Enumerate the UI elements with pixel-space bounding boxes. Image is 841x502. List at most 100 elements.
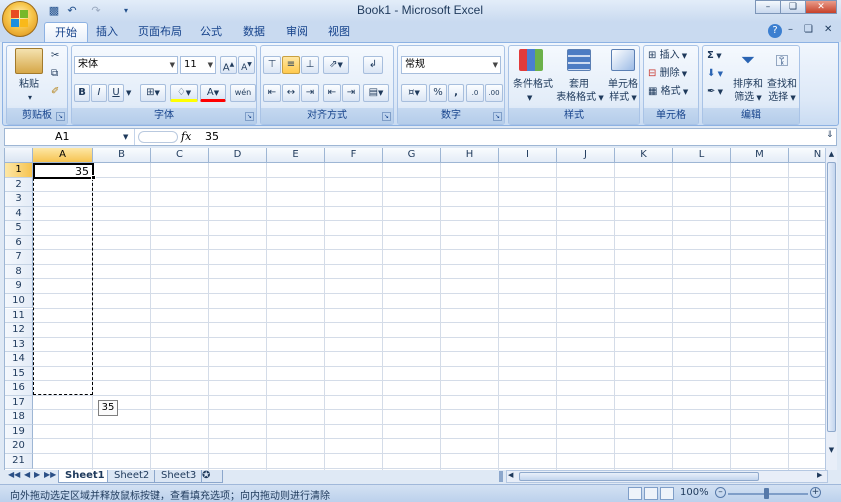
workbook-close-icon[interactable]: ✕ [824, 24, 832, 35]
sheet-tab-sheet2[interactable]: Sheet2 [107, 470, 157, 483]
ribbon-minimize-icon[interactable]: – [788, 24, 793, 35]
find-select-icon[interactable]: ⚿ [771, 50, 793, 72]
column-header[interactable]: K [615, 148, 673, 163]
row-header[interactable]: 10 [5, 293, 33, 309]
close-button[interactable]: ✕ [805, 0, 837, 14]
font-name-combo[interactable]: 宋体 ▼ [74, 56, 178, 74]
row-header[interactable]: 13 [5, 337, 33, 353]
underline-dropdown-icon[interactable]: ▼ [126, 87, 131, 99]
column-header[interactable]: N [789, 148, 825, 163]
clear-button[interactable]: ✒ ▼ [707, 86, 723, 98]
column-header[interactable]: I [499, 148, 557, 163]
borders-button[interactable]: ⊞▼ [140, 84, 166, 102]
sheet-nav-last-icon[interactable]: ▶▶ [44, 470, 56, 479]
restore-button[interactable]: ❏ [780, 0, 806, 14]
format-as-table-label-2[interactable]: 表格格式 ▼ [555, 92, 605, 104]
scroll-right-icon[interactable]: ▶ [817, 471, 822, 479]
formula-input[interactable]: 35 [205, 129, 219, 145]
increase-indent-button[interactable]: ⇥ [342, 84, 360, 102]
comma-button[interactable]: , [448, 84, 464, 102]
number-dialog-launcher[interactable]: ↘ [493, 112, 502, 121]
scroll-left-icon[interactable]: ◀ [508, 471, 513, 479]
redo-icon[interactable]: ↷ [88, 3, 104, 19]
office-button[interactable] [2, 1, 38, 37]
align-top-button[interactable]: ⊤ [263, 56, 281, 74]
row-header[interactable]: 3 [5, 192, 33, 207]
row-header[interactable]: 9 [5, 279, 33, 294]
merge-center-button[interactable]: ▤▼ [363, 84, 389, 102]
align-middle-button[interactable]: ≡ [282, 56, 300, 74]
row-header[interactable]: 14 [5, 352, 33, 367]
number-format-combo[interactable]: 常规 ▼ [401, 56, 501, 74]
row-header[interactable]: 8 [5, 264, 33, 280]
row-header[interactable]: 7 [5, 250, 33, 265]
column-header[interactable]: C [151, 148, 209, 163]
tab-home[interactable]: 开始 [44, 22, 88, 42]
italic-button[interactable]: I [91, 84, 107, 102]
active-cell-a1[interactable]: 35 [33, 163, 94, 179]
column-header[interactable]: H [441, 148, 499, 163]
name-box[interactable]: A1 [5, 129, 135, 145]
font-color-button[interactable]: A▼ [200, 84, 226, 102]
row-header[interactable]: 15 [5, 366, 33, 382]
tab-review[interactable]: 审阅 [276, 22, 318, 42]
tab-data[interactable]: 数据 [233, 22, 275, 42]
bold-button[interactable]: B [74, 84, 90, 102]
align-center-button[interactable]: ↔ [282, 84, 300, 102]
decrease-decimal-button[interactable]: .00 [485, 84, 503, 102]
sort-filter-label-1[interactable]: 排序和 [731, 79, 765, 91]
wrap-text-button[interactable]: ↲ [363, 56, 383, 74]
sheet-tab-sheet3[interactable]: Sheet3 [154, 470, 204, 483]
paste-button[interactable]: 粘贴 [13, 79, 45, 91]
find-select-label-1[interactable]: 查找和 [765, 79, 799, 91]
clipboard-dialog-launcher[interactable]: ↘ [56, 112, 65, 121]
row-header[interactable]: 17 [5, 395, 33, 411]
fill-handle[interactable] [91, 175, 96, 180]
cell-styles-label-2[interactable]: 样式 ▼ [605, 92, 641, 104]
horizontal-scroll-thumb[interactable] [519, 472, 759, 481]
format-cells-button[interactable]: ▦ 格式 ▼ [648, 86, 688, 98]
font-dialog-launcher[interactable]: ↘ [245, 112, 254, 121]
row-header[interactable]: 5 [5, 221, 33, 236]
column-header[interactable]: G [383, 148, 441, 163]
page-break-view-icon[interactable] [660, 487, 674, 500]
column-header[interactable]: F [325, 148, 383, 163]
zoom-level[interactable]: 100% [680, 487, 709, 498]
page-layout-view-icon[interactable] [644, 487, 658, 500]
row-header[interactable]: 19 [5, 424, 33, 440]
vertical-scroll-thumb[interactable] [827, 162, 836, 432]
format-as-table-label-1[interactable]: 套用 [561, 79, 597, 91]
align-right-button[interactable]: ⇥ [301, 84, 319, 102]
row-header[interactable]: 12 [5, 323, 33, 338]
zoom-in-icon[interactable]: + [810, 487, 821, 498]
cell-styles-icon[interactable] [611, 49, 635, 71]
row-header[interactable]: 11 [5, 308, 33, 324]
tab-formulas[interactable]: 公式 [190, 22, 232, 42]
decrease-indent-button[interactable]: ⇤ [323, 84, 341, 102]
column-header[interactable]: J [557, 148, 615, 163]
zoom-slider-thumb[interactable] [764, 488, 769, 499]
align-left-button[interactable]: ⇤ [263, 84, 281, 102]
row-header[interactable]: 4 [5, 206, 33, 222]
align-bottom-button[interactable]: ⊥ [301, 56, 319, 74]
column-header[interactable]: A [33, 148, 93, 163]
column-header[interactable]: M [731, 148, 789, 163]
column-header[interactable]: D [209, 148, 267, 163]
formula-bar-splitter[interactable] [138, 131, 178, 143]
row-header[interactable]: 20 [5, 439, 33, 454]
normal-view-icon[interactable] [628, 487, 642, 500]
expand-formula-bar-icon[interactable]: ⇓ [826, 130, 834, 140]
tab-view[interactable]: 视图 [318, 22, 360, 42]
underline-button[interactable]: U [108, 84, 124, 102]
row-header[interactable]: 2 [5, 177, 33, 193]
percent-button[interactable]: % [429, 84, 447, 102]
shrink-font-button[interactable]: A▼ [238, 56, 255, 74]
tab-insert[interactable]: 插入 [86, 22, 128, 42]
grow-font-button[interactable]: A▲ [220, 56, 237, 74]
fill-color-button[interactable]: ♢▼ [170, 84, 198, 102]
cut-icon[interactable]: ✂ [51, 50, 59, 62]
format-painter-icon[interactable]: ✐ [51, 86, 59, 98]
zoom-out-icon[interactable]: – [715, 487, 726, 498]
autosum-button[interactable]: Σ ▼ [707, 50, 722, 62]
copy-icon[interactable]: ⧉ [51, 68, 58, 80]
